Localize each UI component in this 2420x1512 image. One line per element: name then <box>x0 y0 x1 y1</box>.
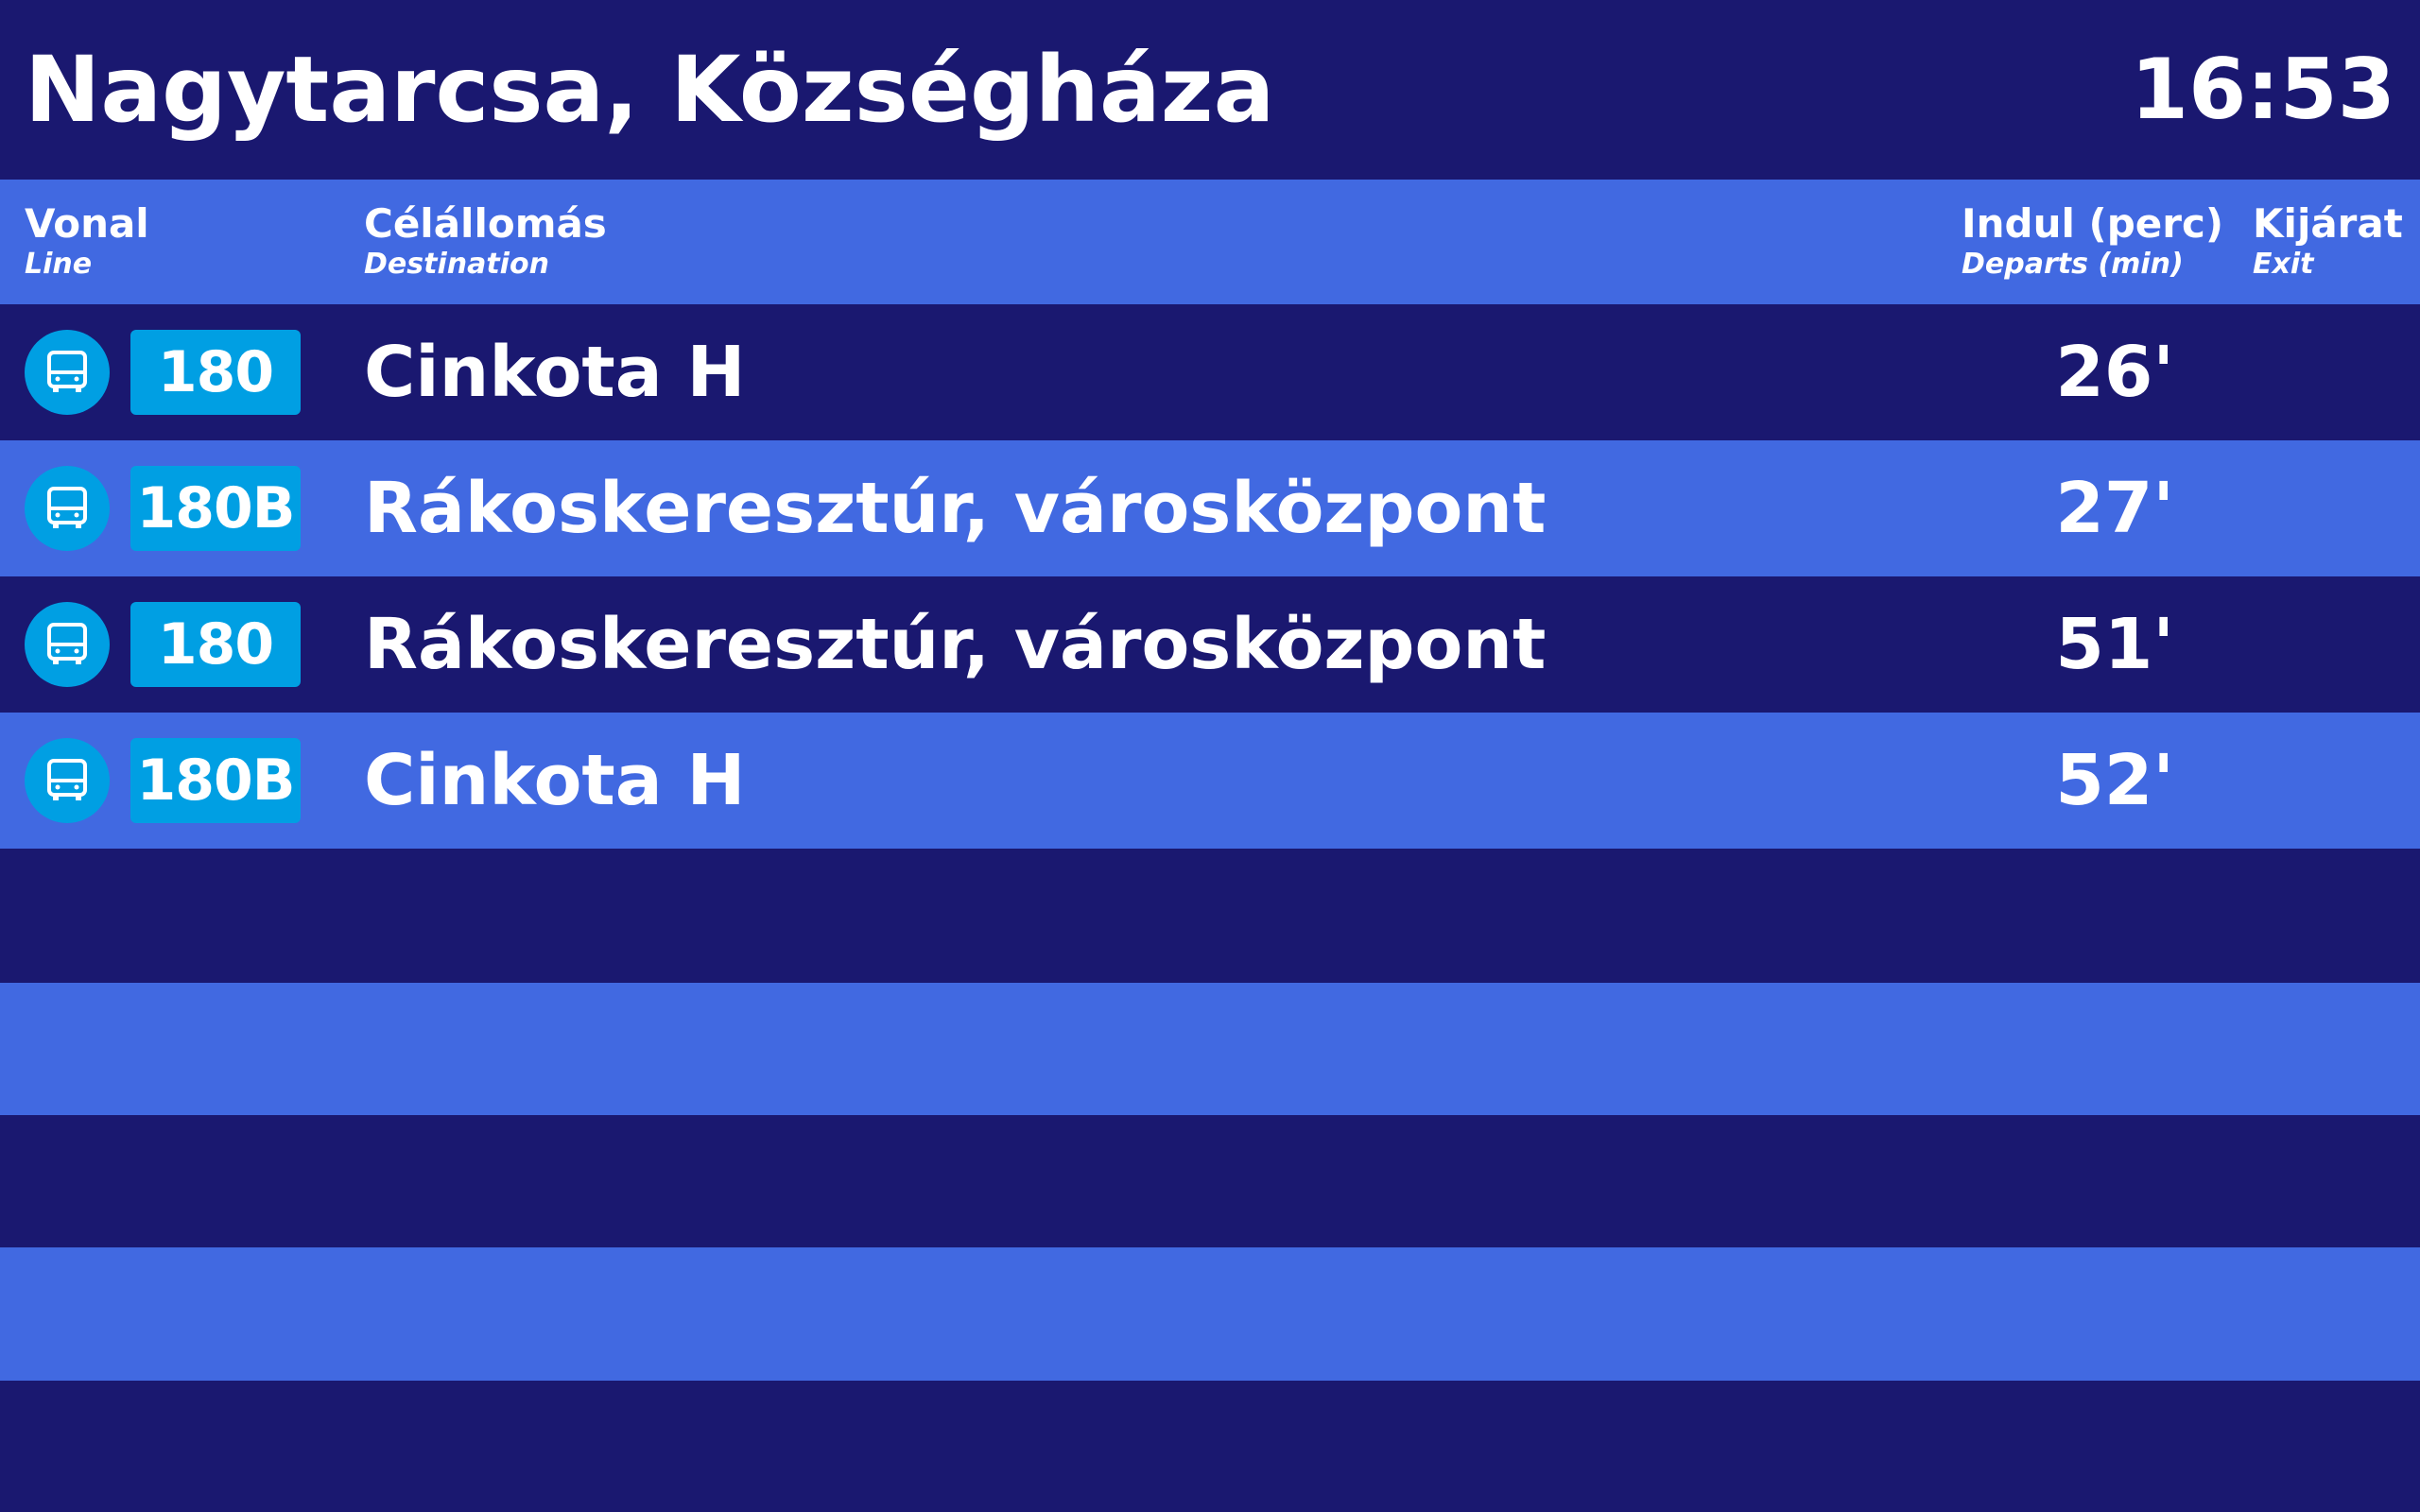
column-header-bar: Vonal Line Célállomás Destination Indul … <box>0 180 2420 304</box>
column-departs-label-en: Departs (min) <box>1962 248 2184 281</box>
departure-minutes: 52' <box>2055 740 2174 821</box>
column-destination: Célállomás Destination <box>364 200 607 282</box>
departure-row: 180B Cinkota H 52' <box>0 713 2420 849</box>
departure-row: 180 Rákoskeresztúr, városközpont 51' <box>0 576 2420 713</box>
bus-icon <box>25 738 110 823</box>
column-exit-label-en: Exit <box>2253 248 2314 281</box>
board-header: Nagytarcsa, Községháza 16:53 <box>0 0 2420 180</box>
empty-row <box>0 849 2420 983</box>
empty-row <box>0 1247 2420 1381</box>
destination: Rákoskeresztúr, városközpont <box>364 604 1547 685</box>
column-departs: Indul (perc) Departs (min) <box>1962 200 2223 282</box>
departure-minutes: 51' <box>2055 604 2174 685</box>
empty-row <box>0 983 2420 1115</box>
departure-row: 180 Cinkota H 26' <box>0 304 2420 440</box>
column-departs-label: Indul (perc) <box>1962 200 2224 247</box>
bus-icon <box>25 466 110 551</box>
clock: 16:53 <box>2130 41 2395 138</box>
destination: Cinkota H <box>364 740 746 821</box>
line-number-badge: 180B <box>130 466 301 551</box>
departure-board: Nagytarcsa, Községháza 16:53 Vonal Line … <box>0 0 2420 1512</box>
column-exit: Kijárat Exit <box>2253 200 2403 282</box>
column-destination-label-en: Destination <box>364 248 549 281</box>
line-number-badge: 180 <box>130 602 301 687</box>
column-line-label: Vonal <box>25 200 149 247</box>
destination: Rákoskeresztúr, városközpont <box>364 468 1547 549</box>
line-number-badge: 180 <box>130 330 301 415</box>
departure-minutes: 27' <box>2055 468 2174 549</box>
column-destination-label: Célállomás <box>364 200 607 247</box>
empty-row <box>0 1115 2420 1247</box>
line-number-badge: 180B <box>130 738 301 823</box>
bus-icon <box>25 602 110 687</box>
column-exit-label: Kijárat <box>2253 200 2403 247</box>
column-line-label-en: Line <box>25 248 93 281</box>
column-line: Vonal Line <box>25 200 149 282</box>
destination: Cinkota H <box>364 332 746 413</box>
empty-row <box>0 1381 2420 1512</box>
departure-minutes: 26' <box>2055 332 2174 413</box>
stop-name: Nagytarcsa, Községháza <box>25 37 1275 143</box>
departure-row: 180B Rákoskeresztúr, városközpont 27' <box>0 440 2420 576</box>
bus-icon <box>25 330 110 415</box>
